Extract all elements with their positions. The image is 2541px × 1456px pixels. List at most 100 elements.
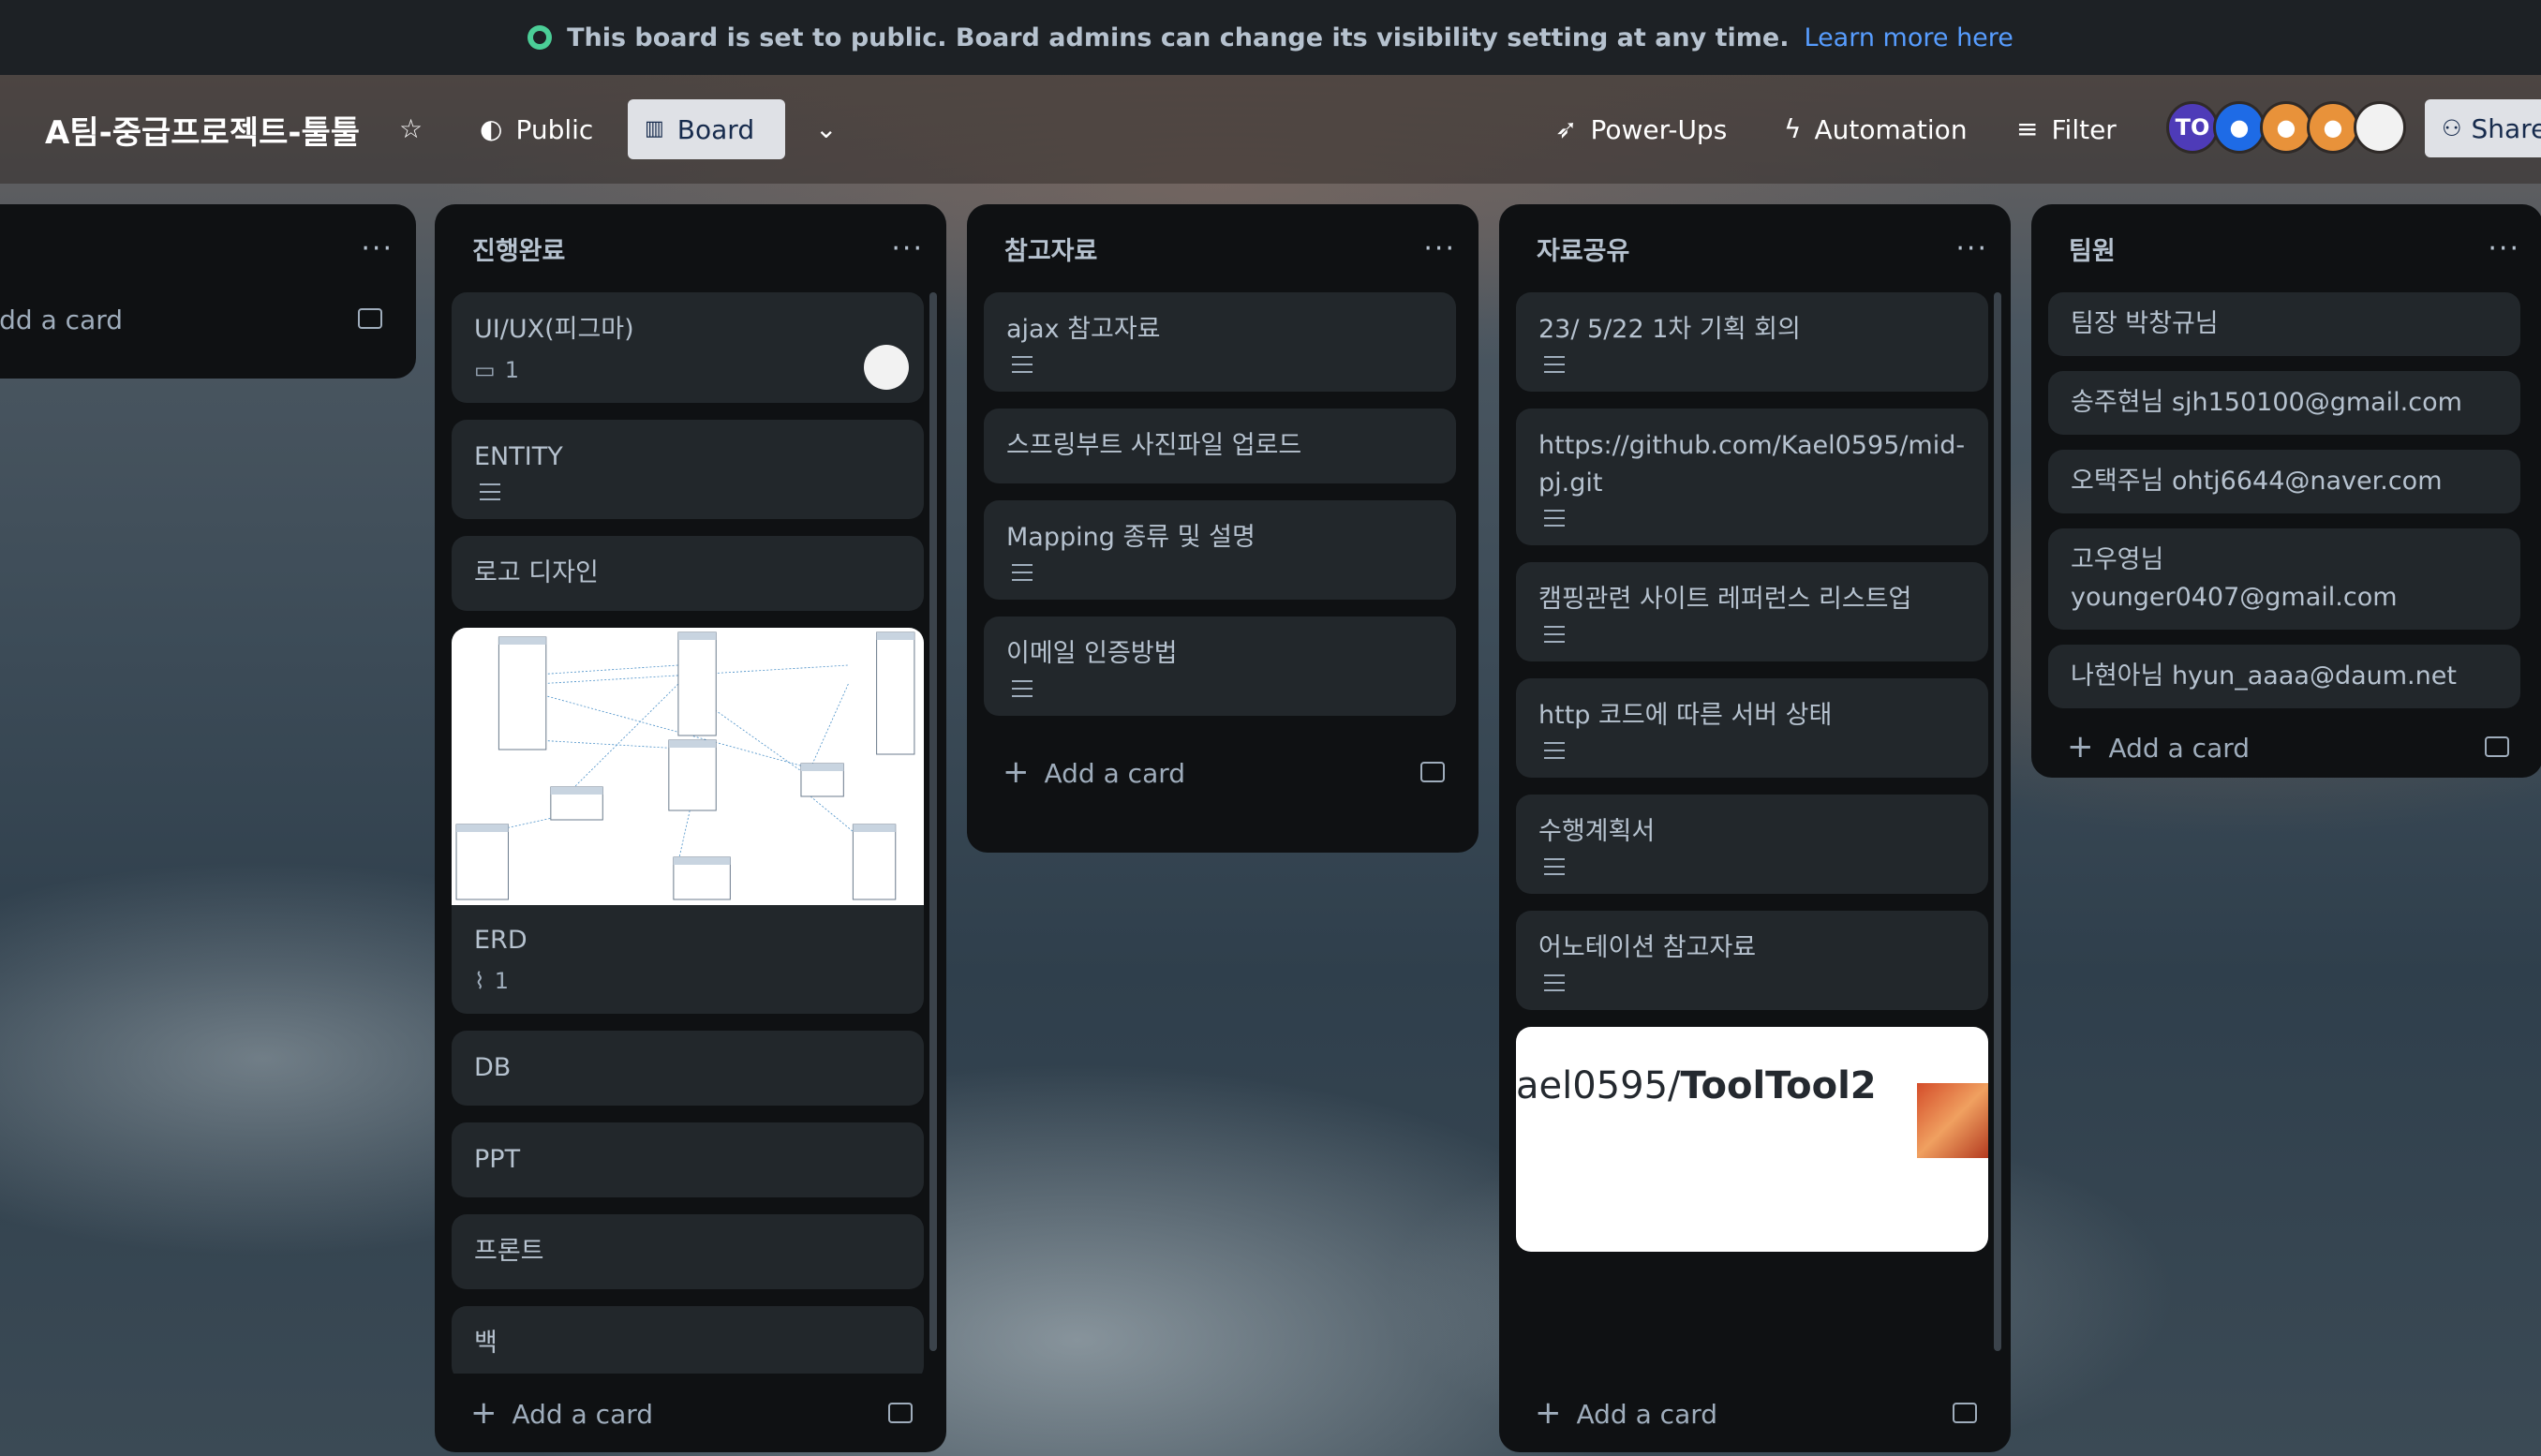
template-icon[interactable] (888, 1403, 913, 1423)
card[interactable]: https://github.com/Kael0595/mid-pj.git (1516, 409, 1988, 545)
card[interactable]: 팀장 박창규님 (2048, 292, 2520, 356)
card-title: 로고 디자인 (474, 558, 599, 587)
avatar[interactable]: ● (2307, 101, 2359, 154)
list-menu-icon[interactable]: ··· (1955, 232, 1988, 265)
list-title[interactable]: 자료공유 (1537, 230, 1629, 267)
person-add-icon: ⚇ (2442, 115, 2462, 141)
card[interactable]: 스프링부트 사진파일 업로드 (984, 409, 1456, 483)
card[interactable]: 수행계획서 (1516, 795, 1988, 894)
description-icon (1012, 564, 1033, 581)
card[interactable]: ERD ⌇ 1 (452, 628, 924, 1014)
card[interactable]: 23/ 5/22 1차 기획 회의 (1516, 292, 1988, 392)
add-card-button[interactable]: +Add a card (435, 1374, 946, 1452)
attachment-count: 1 (494, 968, 509, 994)
list-title[interactable]: 팀원 (2069, 230, 2116, 267)
card-title: 송주현님 sjh150100@gmail.com (2071, 388, 2462, 417)
list-menu-icon[interactable]: ··· (1423, 232, 1456, 265)
card[interactable]: http 코드에 따른 서버 상태 (1516, 678, 1988, 778)
card[interactable]: 오택주님 ohtj6644@naver.com (2048, 450, 2520, 513)
add-card-button[interactable]: +Add a card (967, 733, 1479, 811)
erd-cover-image (452, 628, 924, 905)
card-title: ENTITY (474, 442, 563, 471)
template-icon[interactable] (1420, 762, 1445, 782)
visibility-button[interactable]: ◐ Public (463, 99, 610, 159)
scrollbar[interactable] (1994, 292, 2001, 1351)
avatar[interactable] (864, 345, 909, 390)
plus-icon: + (2067, 728, 2094, 765)
card-title: 고우영님 younger0407@gmail.com (2071, 545, 2398, 612)
card[interactable]: 송주현님 sjh150100@gmail.com (2048, 371, 2520, 435)
globe-icon (528, 25, 553, 50)
filter-label: Filter (2051, 113, 2117, 145)
board-view-button[interactable]: ▥ Board (628, 99, 785, 159)
card-title: 캠핑관련 사이트 레퍼런스 리스트업 (1538, 585, 1912, 614)
avatar[interactable]: ● (2260, 101, 2312, 154)
automation-button[interactable]: ϟ Automation (1767, 99, 1984, 159)
avatar[interactable]: TO (2166, 101, 2219, 154)
card[interactable]: 프론트 (452, 1214, 924, 1289)
card-title: 백 (474, 1329, 498, 1358)
card[interactable]: 이메일 인증방법 (984, 617, 1456, 716)
card[interactable]: DB (452, 1031, 924, 1106)
list-header: 자료공유 ··· (1499, 204, 2011, 292)
views-dropdown-button[interactable]: ⌄ (798, 99, 854, 159)
filter-button[interactable]: ≡ Filter (1999, 99, 2133, 159)
card-title: Mapping 종류 및 설명 (1006, 523, 1256, 552)
board-header: A팀-중급프로젝트-툴툴 ☆ ◐ Public ▥ Board ⌄ ➶ Powe… (0, 75, 2541, 184)
scrollbar[interactable] (929, 292, 937, 1351)
card-list: ajax 참고자료 스프링부트 사진파일 업로드 Mapping 종류 및 설명… (967, 292, 1479, 716)
template-icon[interactable] (358, 308, 382, 329)
card-title: PPT (474, 1145, 521, 1174)
globe-icon: ◐ (480, 113, 503, 144)
list-title[interactable]: 진행완료 (472, 230, 565, 267)
card-title: 이메일 인증방법 (1006, 639, 1178, 668)
list-header: 진행완료 ··· (435, 204, 946, 292)
add-card-label: Add a card (512, 1399, 654, 1430)
board-members: TO ● ● ● (2166, 101, 2406, 157)
share-button[interactable]: ⚇ Share (2425, 99, 2541, 157)
card-title: 프론트 (474, 1237, 544, 1266)
card[interactable]: ENTITY (452, 420, 924, 519)
add-card-button[interactable]: +Add a card (2031, 714, 2541, 780)
star-button[interactable]: ☆ (388, 99, 434, 159)
template-icon[interactable] (1953, 1403, 1977, 1423)
card[interactable]: ajax 참고자료 (984, 292, 1456, 392)
list-title[interactable]: 참고자료 (1004, 230, 1097, 267)
power-ups-label: Power-Ups (1590, 113, 1728, 145)
card[interactable]: 나현아님 hyun_aaaa@daum.net (2048, 645, 2520, 708)
description-icon (1012, 680, 1033, 697)
card-title: ERD (474, 926, 528, 955)
card-title: UI/UX(피그마) (474, 315, 634, 344)
comments-badge: ▭ 1 (474, 356, 901, 384)
card[interactable]: 어노테이션 참고자료 (1516, 911, 1988, 1010)
card[interactable]: 로고 디자인 (452, 536, 924, 611)
card[interactable]: PPT (452, 1122, 924, 1197)
card[interactable]: Mapping 종류 및 설명 (984, 500, 1456, 600)
card-title: https://github.com/Kael0595/mid-pj.git (1538, 431, 1966, 498)
link-preview-title: ael0595/ToolTool2 (1516, 1064, 1877, 1107)
card-title: 팀장 박창규님 (2071, 309, 2219, 338)
power-ups-button[interactable]: ➶ Power-Ups (1538, 99, 1744, 159)
avatar[interactable] (2354, 101, 2406, 154)
card[interactable]: 캠핑관련 사이트 레퍼런스 리스트업 (1516, 562, 1988, 661)
add-card-button[interactable]: +Add a card (0, 292, 416, 345)
star-icon: ☆ (399, 113, 424, 144)
list-menu-icon[interactable]: ··· (361, 232, 394, 265)
learn-more-link[interactable]: Learn more here (1805, 23, 2013, 52)
card[interactable]: 고우영님 younger0407@gmail.com (2048, 528, 2520, 630)
card[interactable]: 백 (452, 1306, 924, 1374)
link-preview-card[interactable]: ael0595/ToolTool2 (1516, 1027, 1988, 1252)
list-menu-icon[interactable]: ··· (891, 232, 924, 265)
template-icon[interactable] (2485, 736, 2509, 757)
card[interactable]: UI/UX(피그마) ▭ 1 (452, 292, 924, 403)
card-list: UI/UX(피그마) ▭ 1 ENTITY 로고 디자인 ERD ⌇ 1 DB … (435, 292, 946, 1374)
card-title: 23/ 5/22 1차 기획 회의 (1538, 315, 1801, 344)
avatar[interactable]: ● (2213, 101, 2266, 154)
paperclip-icon: ⌇ (474, 968, 485, 994)
add-card-button[interactable]: +Add a card (1499, 1374, 2011, 1452)
plus-icon: + (1003, 753, 1030, 791)
list-menu-icon[interactable]: ··· (2488, 232, 2520, 265)
description-icon (1544, 626, 1565, 643)
board-title[interactable]: A팀-중급프로젝트-툴툴 (45, 107, 360, 153)
description-icon (1544, 742, 1565, 759)
